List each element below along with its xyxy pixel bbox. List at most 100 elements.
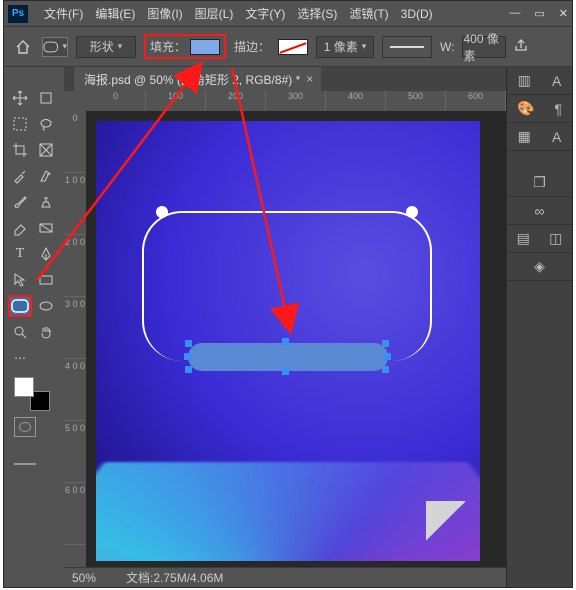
brush-tool[interactable] bbox=[8, 191, 32, 213]
stroke-swatch[interactable] bbox=[278, 39, 308, 55]
pen-tool[interactable] bbox=[34, 243, 58, 265]
horizontal-ruler[interactable]: 0 100 200 300 400 500 600 bbox=[86, 91, 506, 111]
app-logo: Ps bbox=[8, 5, 28, 23]
menu-layer[interactable]: 图层(L) bbox=[189, 5, 240, 22]
home-button[interactable] bbox=[12, 36, 34, 58]
menu-file[interactable]: 文件(F) bbox=[38, 5, 89, 22]
menu-3d[interactable]: 3D(D) bbox=[395, 7, 439, 21]
layers-panel-icon[interactable]: ◈ bbox=[534, 258, 545, 275]
type-tool[interactable]: T bbox=[8, 243, 32, 265]
transform-handle[interactable] bbox=[282, 338, 289, 345]
menu-type[interactable]: 文字(Y) bbox=[239, 5, 291, 22]
transform-handle[interactable] bbox=[185, 340, 192, 347]
close-button[interactable]: ✕ bbox=[559, 7, 568, 20]
fill-option-highlight: 填充： bbox=[144, 34, 226, 59]
vertical-ruler[interactable]: 0 1 0 0 2 0 0 3 0 0 4 0 0 5 0 0 6 0 0 bbox=[64, 111, 86, 567]
libraries-panel-icon[interactable]: ❐ bbox=[533, 174, 546, 191]
move-tool[interactable] bbox=[8, 87, 32, 109]
ruler-tick: 5 0 0 bbox=[64, 421, 86, 483]
frame-tool[interactable] bbox=[34, 139, 58, 161]
menu-select[interactable]: 选择(S) bbox=[291, 5, 343, 22]
ruler-tick: 500 bbox=[386, 91, 446, 111]
character-panel-icon[interactable]: A bbox=[552, 73, 561, 89]
chevron-down-icon: ▾ bbox=[118, 41, 123, 52]
document-size-info[interactable]: 文档:2.75M/4.06M bbox=[126, 569, 223, 586]
transform-handle[interactable] bbox=[184, 353, 191, 360]
document-tab[interactable]: 海报.psd @ 50% (圆角矩形 2, RGB/8#) * × bbox=[74, 67, 321, 91]
stroke-type-dropdown[interactable] bbox=[382, 36, 432, 58]
gradient-tool[interactable] bbox=[34, 217, 58, 239]
shape-mode-dropdown[interactable]: 形状 ▾ bbox=[76, 36, 136, 58]
zoom-tool[interactable] bbox=[8, 321, 32, 343]
ruler-tick: 600 bbox=[446, 91, 506, 111]
transform-handle[interactable] bbox=[382, 366, 389, 373]
healing-brush-tool[interactable] bbox=[34, 165, 58, 187]
minimize-button[interactable]: — bbox=[509, 7, 520, 20]
creative-cloud-icon[interactable]: ∞ bbox=[535, 203, 545, 219]
clone-stamp-tool[interactable] bbox=[34, 191, 58, 213]
ruler-origin[interactable] bbox=[64, 91, 86, 111]
glyphs-panel-icon[interactable]: A bbox=[552, 129, 561, 145]
foreground-color-swatch[interactable] bbox=[14, 377, 34, 397]
adjustments-panel-icon[interactable]: ▦ bbox=[518, 128, 531, 145]
transform-handle[interactable] bbox=[384, 353, 391, 360]
marquee-tool[interactable] bbox=[8, 113, 32, 135]
transform-handle[interactable] bbox=[185, 366, 192, 373]
channels-panel-icon[interactable]: ▤ bbox=[517, 230, 530, 247]
eyedropper-tool[interactable] bbox=[8, 165, 32, 187]
edit-toolbar-button[interactable]: ⋯ bbox=[8, 347, 32, 369]
fill-label: 填充： bbox=[150, 38, 186, 55]
tool-preset-picker[interactable]: ▾ bbox=[42, 37, 68, 57]
quick-mask-toggle[interactable] bbox=[14, 417, 36, 437]
toolbox: T ⋯ bbox=[4, 67, 64, 587]
document-tab-bar: 海报.psd @ 50% (圆角矩形 2, RGB/8#) * × bbox=[64, 67, 506, 91]
page-curl-graphic bbox=[426, 501, 466, 541]
foreground-background-colors[interactable] bbox=[14, 377, 50, 411]
paths-panel-icon[interactable]: ◫ bbox=[549, 230, 562, 247]
zoom-level[interactable]: 50% bbox=[72, 571, 96, 585]
screen-mode-toggle[interactable] bbox=[14, 445, 36, 465]
rounded-rectangle-shape-selected[interactable] bbox=[188, 343, 388, 371]
right-panel-dock: ▥ A 🎨 ¶ ▦ A ❐ ∞ ▤ ◫ ◈ bbox=[506, 67, 572, 587]
status-bar: 50% 文档:2.75M/4.06M bbox=[64, 567, 506, 587]
eraser-tool[interactable] bbox=[8, 217, 32, 239]
ruler-tick: 4 0 0 bbox=[64, 359, 86, 421]
path-selection-tool[interactable] bbox=[8, 269, 32, 291]
ruler-tick: 200 bbox=[206, 91, 266, 111]
menubar: Ps 文件(F) 编辑(E) 图像(I) 图层(L) 文字(Y) 选择(S) 滤… bbox=[4, 1, 572, 27]
canvas[interactable] bbox=[96, 121, 480, 561]
ruler-tick: 0 bbox=[86, 91, 146, 111]
artboard-tool[interactable] bbox=[34, 87, 58, 109]
share-icon[interactable] bbox=[514, 38, 528, 55]
canvas-viewport[interactable]: 0 100 200 300 400 500 600 0 1 0 0 2 0 0 … bbox=[64, 91, 506, 567]
rectangle-tool[interactable] bbox=[34, 269, 58, 291]
chevron-down-icon: ▾ bbox=[362, 41, 367, 52]
options-bar: ▾ 形状 ▾ 填充： 描边： 1 像素 ▾ W: 400 像素 bbox=[4, 27, 572, 67]
menu-image[interactable]: 图像(I) bbox=[141, 5, 188, 22]
paragraph-panel-icon[interactable]: ¶ bbox=[554, 101, 562, 117]
crop-tool[interactable] bbox=[8, 139, 32, 161]
transform-handle[interactable] bbox=[382, 340, 389, 347]
ruler-tick: 6 0 0 bbox=[64, 483, 86, 545]
document-tab-title: 海报.psd @ 50% (圆角矩形 2, RGB/8#) * bbox=[84, 71, 300, 88]
ruler-tick: 300 bbox=[266, 91, 326, 111]
menu-edit[interactable]: 编辑(E) bbox=[89, 5, 141, 22]
swatches-panel-icon[interactable]: 🎨 bbox=[517, 100, 534, 117]
close-tab-button[interactable]: × bbox=[306, 72, 313, 86]
width-input[interactable]: 400 像素 bbox=[462, 36, 506, 58]
menu-filter[interactable]: 滤镜(T) bbox=[343, 5, 394, 22]
shape-mode-label: 形状 bbox=[90, 38, 114, 55]
maximize-button[interactable]: ▭ bbox=[534, 7, 544, 20]
histogram-panel-icon[interactable]: ▥ bbox=[518, 72, 531, 89]
rounded-rectangle-tool[interactable] bbox=[8, 295, 32, 317]
app-window: Ps 文件(F) 编辑(E) 图像(I) 图层(L) 文字(Y) 选择(S) 滤… bbox=[3, 0, 573, 588]
stroke-width-input[interactable]: 1 像素 ▾ bbox=[316, 36, 374, 58]
lasso-tool[interactable] bbox=[34, 113, 58, 135]
fill-swatch[interactable] bbox=[190, 39, 220, 55]
window-controls: — ▭ ✕ bbox=[509, 7, 568, 20]
hand-tool[interactable] bbox=[34, 321, 58, 343]
transform-handle[interactable] bbox=[282, 368, 289, 375]
ruler-tick: 0 bbox=[64, 111, 86, 173]
ellipse-tool[interactable] bbox=[34, 295, 58, 317]
document-area: 海报.psd @ 50% (圆角矩形 2, RGB/8#) * × 0 100 … bbox=[64, 67, 506, 587]
